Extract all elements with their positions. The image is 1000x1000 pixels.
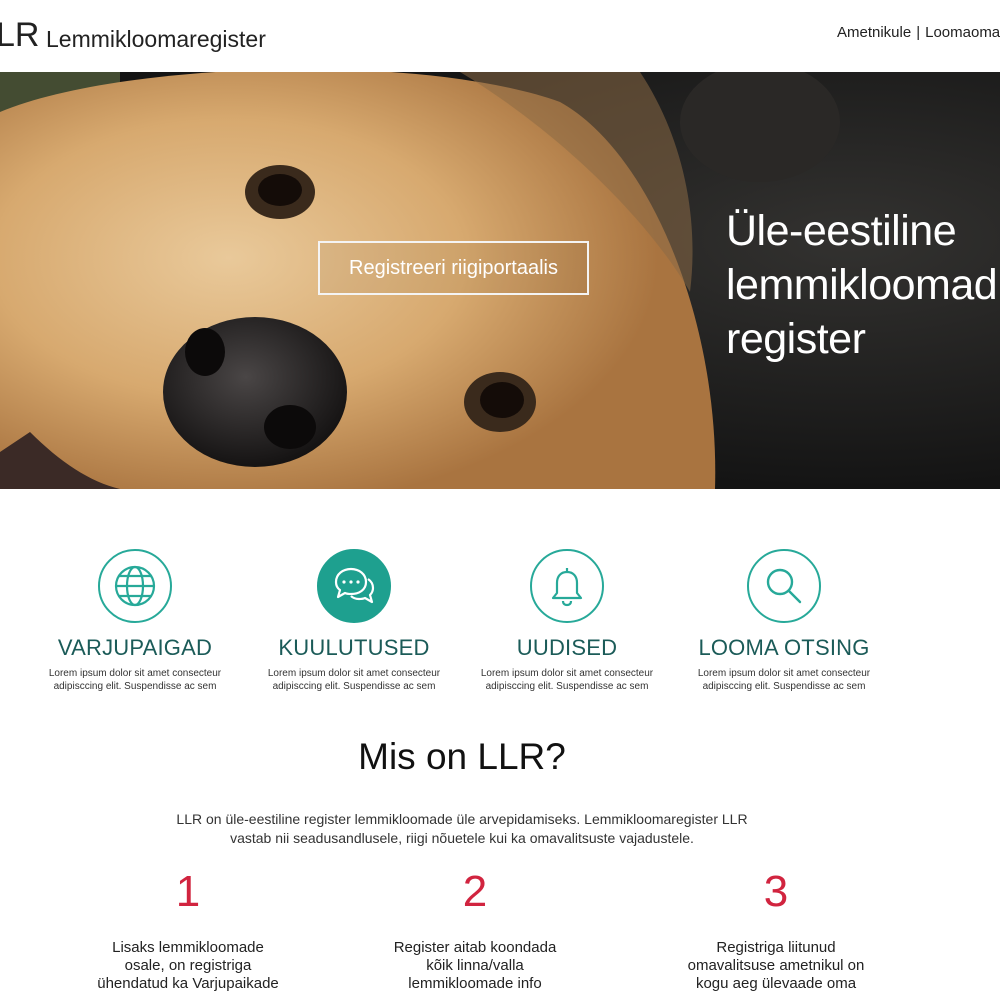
bell-icon[interactable] — [530, 549, 604, 623]
step-text-line: Register aitab koondada — [393, 939, 557, 956]
search-icon[interactable] — [747, 549, 821, 623]
hero-title-line: Üle-eestiline — [726, 207, 957, 255]
step-number: 3 — [763, 867, 789, 916]
chat-bubbles-icon[interactable] — [317, 549, 391, 623]
step-text-line: lemmikloomade info — [408, 975, 542, 992]
feature-title[interactable]: UUDISED — [467, 635, 667, 661]
nav-separator: | — [916, 24, 921, 41]
site-name[interactable]: Lemmikloomaregister — [46, 26, 266, 53]
step-text-line: kõik linna/valla — [426, 957, 524, 974]
step-text-line: omavalitsuse ametnikul on — [687, 957, 865, 974]
feature-description-line: adipisccing elit. Suspendisse ac sem — [272, 681, 436, 692]
step-text-line: Registriga liitunud — [716, 939, 836, 956]
step-text-line: Lisaks lemmikloomade — [112, 939, 264, 956]
step-3: 3 Registriga liitunud omavalitsuse ametn… — [676, 862, 876, 993]
about-lead: LLR on üle-eestiline register lemmikloom… — [132, 810, 792, 848]
about-lead-line: vastab nii seadusandlusele, riigi nõuete… — [230, 830, 694, 846]
about-lead-line: LLR on üle-eestiline register lemmikloom… — [176, 811, 748, 827]
feature-uudised[interactable]: UUDISED Lorem ipsum dolor sit amet conse… — [467, 549, 667, 693]
feature-description-line: Lorem ipsum dolor sit amet consecteur — [48, 668, 222, 679]
top-nav: Ametnikule | Loomaoma — [837, 24, 1000, 41]
hero-title: Üle-eestiline lemmikloomad register — [726, 204, 998, 366]
feature-description-line: Lorem ipsum dolor sit amet consecteur — [267, 668, 441, 679]
hero-banner: Registreeri riigiportaalis Üle-eestiline… — [0, 72, 1000, 489]
nav-link-loomaomanikule[interactable]: Loomaoma — [925, 24, 1000, 41]
site-header: LR Lemmikloomaregister Ametnikule | Loomao… — [0, 0, 1000, 72]
logo[interactable]: LR — [0, 16, 39, 55]
feature-looma-otsing[interactable]: LOOMA OTSING Lorem ipsum dolor sit amet … — [684, 549, 884, 693]
register-state-portal-button[interactable]: Registreeri riigiportaalis — [318, 241, 589, 295]
globe-icon[interactable] — [98, 549, 172, 623]
hero-title-line: register — [726, 315, 866, 363]
feature-description: Lorem ipsum dolor sit amet consecteur ad… — [35, 667, 235, 693]
step-text: Register aitab koondada kõik linna/valla… — [375, 939, 575, 993]
step-text-line: ühendatud ka Varjupaikade — [97, 975, 279, 992]
step-text-line: osale, on registriga — [124, 957, 252, 974]
feature-description-line: adipisccing elit. Suspendisse ac sem — [485, 681, 649, 692]
step-text: Registriga liitunud omavalitsuse ametnik… — [676, 939, 876, 993]
step-text: Lisaks lemmikloomade osale, on registrig… — [88, 939, 288, 993]
feature-description-line: Lorem ipsum dolor sit amet consecteur — [697, 668, 871, 679]
step-1: 1 Lisaks lemmikloomade osale, on registr… — [88, 862, 288, 993]
feature-description: Lorem ipsum dolor sit amet consecteur ad… — [254, 667, 454, 693]
feature-description-line: adipisccing elit. Suspendisse ac sem — [702, 681, 866, 692]
step-text-line: kogu aeg ülevaade oma — [695, 975, 857, 992]
feature-description: Lorem ipsum dolor sit amet consecteur ad… — [467, 667, 667, 693]
hero-title-line: lemmikloomad — [726, 261, 998, 309]
nav-link-ametnikule[interactable]: Ametnikule — [837, 24, 911, 41]
step-number: 2 — [462, 867, 488, 916]
feature-description-line: adipisccing elit. Suspendisse ac sem — [53, 681, 217, 692]
step-number: 1 — [175, 867, 201, 916]
feature-title[interactable]: VARJUPAIGAD — [35, 635, 235, 661]
feature-kuulutused[interactable]: KUULUTUSED Lorem ipsum dolor sit amet co… — [254, 549, 454, 693]
feature-title[interactable]: KUULUTUSED — [254, 635, 454, 661]
feature-title[interactable]: LOOMA OTSING — [684, 635, 884, 661]
feature-description-line: Lorem ipsum dolor sit amet consecteur — [480, 668, 654, 679]
about-title: Mis on LLR? — [358, 736, 566, 777]
feature-varjupaigad[interactable]: VARJUPAIGAD Lorem ipsum dolor sit amet c… — [35, 549, 235, 693]
feature-description: Lorem ipsum dolor sit amet consecteur ad… — [684, 667, 884, 693]
step-2: 2 Register aitab koondada kõik linna/val… — [375, 862, 575, 993]
